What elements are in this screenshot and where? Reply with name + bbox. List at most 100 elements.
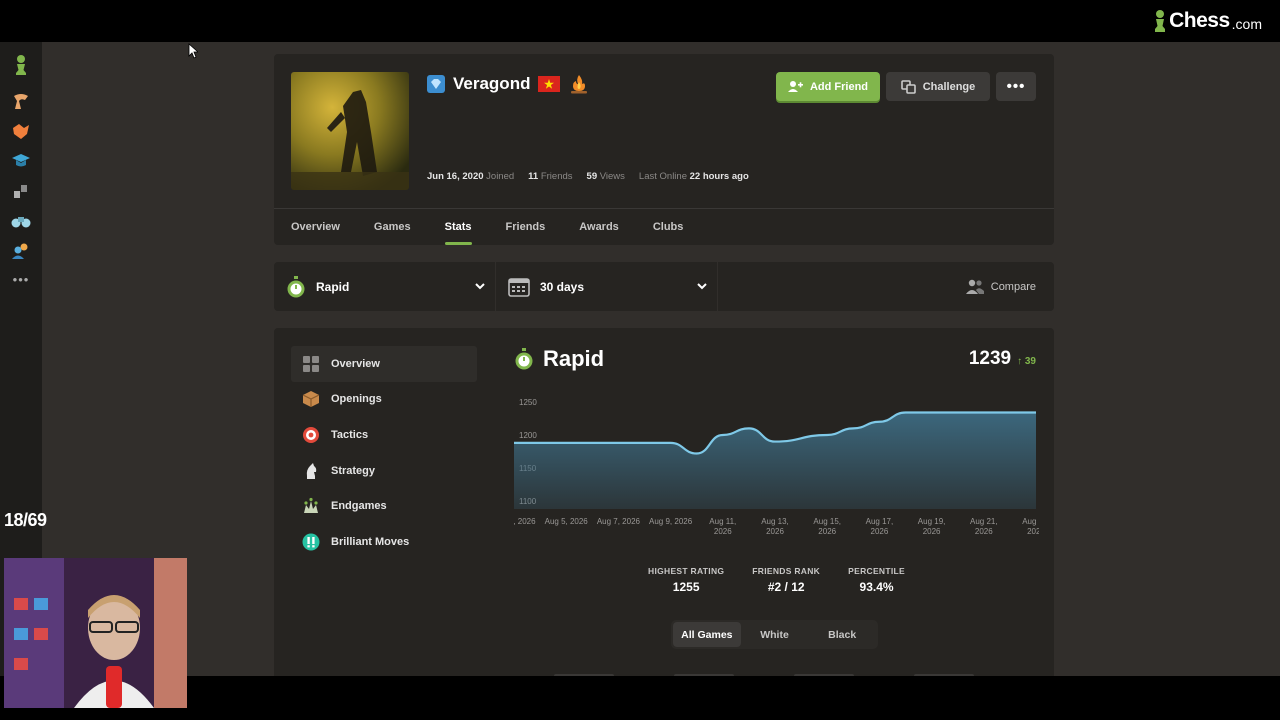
rating-chart-svg: 1250120011501100Aug 3, 2026Aug 5, 2026Au…	[514, 398, 1039, 536]
add-user-icon	[787, 81, 803, 92]
stats-sidebar: Overview Openings Tactics Strategy Endga…	[291, 346, 477, 560]
last-online-info: Last Online 22 hours ago	[638, 171, 749, 182]
stopwatch-icon	[287, 275, 305, 297]
openings-icon	[302, 390, 320, 408]
puzzles-icon[interactable]	[10, 90, 32, 112]
x-tick-label: Aug 13, 2026	[761, 517, 789, 536]
sidebar-item-tactics[interactable]: Tactics	[291, 417, 477, 453]
challenge-button[interactable]: Challenge	[886, 72, 990, 101]
chevron-down-icon[interactable]	[474, 280, 486, 292]
user-avatar	[291, 72, 409, 190]
friends-info[interactable]: 11 Friends	[528, 171, 572, 182]
x-tick-label: Aug 21, 2026	[970, 517, 998, 536]
stats-filters: Rapid 30 days Compare	[274, 262, 1054, 311]
bottom-bar	[0, 676, 1280, 720]
tab-friends[interactable]: Friends	[489, 209, 563, 245]
arrow-up-icon: ↑	[1017, 356, 1023, 367]
watch-icon[interactable]	[10, 180, 32, 202]
play-pawn-icon[interactable]	[10, 54, 32, 76]
y-tick-label: 1250	[519, 398, 537, 407]
period-select[interactable]: 30 days	[508, 262, 708, 311]
binoculars-icon[interactable]	[10, 210, 32, 232]
stopwatch-icon	[515, 348, 533, 370]
mode-label: Rapid	[316, 279, 350, 294]
highest-rating-stat: HIGHEST RATING 1255	[648, 566, 725, 594]
rapid-title: Rapid	[543, 346, 605, 371]
grid-icon	[302, 355, 320, 373]
username: Veragond	[453, 74, 531, 93]
compare-users-icon	[965, 279, 984, 294]
brilliant-icon	[302, 533, 320, 551]
vietnam-flag-icon	[538, 76, 561, 92]
tab-awards[interactable]: Awards	[562, 209, 636, 245]
x-tick-label: Aug 3, 2026	[514, 517, 536, 526]
segment-black[interactable]: Black	[808, 622, 876, 647]
rating-chart: 1250120011501100Aug 3, 2026Aug 5, 2026Au…	[514, 384, 1039, 544]
stats-panel: Overview Openings Tactics Strategy Endga…	[274, 328, 1054, 676]
sidebar-item-brilliant-moves[interactable]: Brilliant Moves	[291, 524, 477, 560]
chevron-down-icon[interactable]	[696, 280, 708, 292]
target-icon	[302, 426, 320, 444]
joined-info: Jun 16, 2020 Joined	[427, 171, 515, 182]
filter-divider	[717, 262, 718, 311]
filter-divider	[495, 262, 496, 311]
diamond-membership-icon	[427, 75, 445, 93]
learn-cap-icon[interactable]	[10, 150, 32, 172]
color-filter-segment: All Games White Black	[671, 620, 878, 649]
community-icon[interactable]	[10, 240, 32, 262]
x-tick-label: Aug 15, 2026	[813, 517, 841, 536]
brand-tld: .com	[1231, 15, 1262, 32]
top-bar: Chess .com	[0, 0, 1280, 42]
main-content: Veragond Jun 16, 2020 Joined 11 Friends …	[42, 42, 1280, 676]
campfire-icon	[571, 75, 588, 94]
tab-clubs[interactable]: Clubs	[636, 209, 701, 245]
x-tick-label: Aug 19, 2026	[918, 517, 946, 536]
username-row: Veragond	[427, 74, 590, 94]
period-label: 30 days	[540, 279, 585, 294]
x-tick-label: Aug 9, 2026	[649, 517, 693, 526]
calendar-icon	[508, 277, 530, 297]
profile-card: Veragond Jun 16, 2020 Joined 11 Friends …	[274, 54, 1054, 245]
y-tick-label: 1200	[519, 431, 537, 440]
sidebar-item-overview[interactable]: Overview	[291, 346, 477, 382]
pawn-logo-icon	[1155, 10, 1166, 32]
more-options-button[interactable]: •••	[996, 72, 1036, 101]
segment-white[interactable]: White	[741, 622, 809, 647]
progress-counter: 18/69	[4, 510, 47, 530]
x-tick-label: Aug 17, 2026	[866, 517, 894, 536]
rapid-header: Rapid	[514, 346, 604, 372]
strategy-icon	[302, 462, 320, 480]
segment-all-games[interactable]: All Games	[673, 622, 741, 647]
webcam-overlay	[4, 558, 187, 708]
compare-button[interactable]: Compare	[965, 262, 1036, 311]
tab-overview[interactable]: Overview	[274, 209, 357, 245]
x-tick-label: Aug 23,2026	[1022, 517, 1039, 536]
stats-summary: HIGHEST RATING 1255 FRIENDS RANK #2 / 12…	[648, 566, 905, 594]
x-tick-label: Aug 5, 2026	[545, 517, 589, 526]
sidebar-item-openings[interactable]: Openings	[291, 382, 477, 418]
add-friend-button[interactable]: Add Friend	[776, 72, 880, 101]
more-menu-icon[interactable]: •••	[10, 268, 32, 290]
tab-stats[interactable]: Stats	[428, 209, 489, 245]
mode-select[interactable]: Rapid	[286, 262, 491, 311]
profile-meta: Jun 16, 2020 Joined 11 Friends 59 Views …	[427, 171, 749, 182]
x-tick-label: Aug 11, 2026	[709, 517, 736, 536]
friends-rank-stat: FRIENDS RANK #2 / 12	[752, 566, 821, 594]
percentile-stat: PERCENTILE 93.4%	[848, 566, 905, 594]
sidebar-item-endgames[interactable]: Endgames	[291, 488, 477, 524]
sidebar-item-strategy[interactable]: Strategy	[291, 453, 477, 489]
mouse-cursor-icon	[188, 43, 198, 59]
x-tick-label: Aug 7, 2026	[597, 517, 641, 526]
current-rating: 1239 ↑ 39	[969, 348, 1036, 370]
chess-com-logo[interactable]: Chess .com	[1153, 9, 1262, 33]
rating-value: 1239	[968, 348, 1012, 369]
lessons-puzzle-icon[interactable]	[10, 120, 32, 142]
brand-name: Chess	[1169, 9, 1230, 32]
tab-games[interactable]: Games	[357, 209, 428, 245]
rating-delta: ↑ 39	[1017, 356, 1036, 367]
views-info: 59 Views	[586, 171, 625, 182]
endgames-icon	[302, 497, 320, 515]
profile-tabs: Overview Games Stats Friends Awards Club…	[274, 208, 1054, 245]
challenge-icon	[900, 79, 916, 94]
rating-area	[514, 412, 1036, 509]
